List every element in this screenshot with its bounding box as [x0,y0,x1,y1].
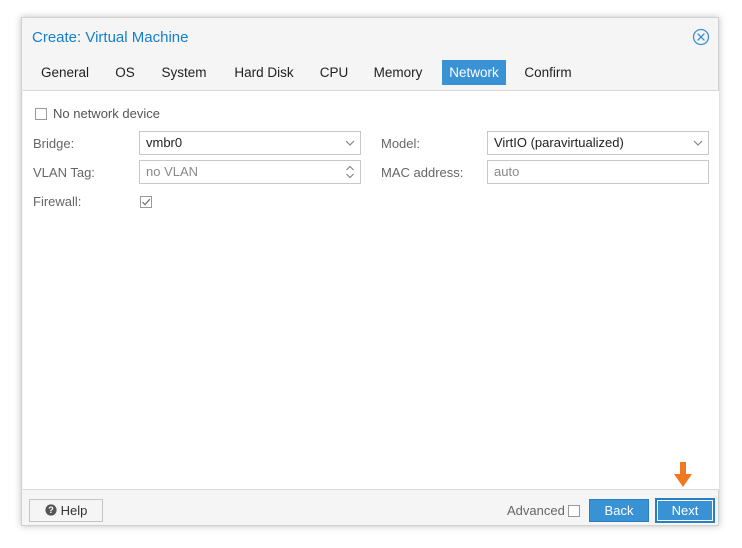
back-button[interactable]: Back [589,499,649,522]
svg-text:?: ? [48,505,54,515]
mac-address-field[interactable]: auto [487,160,709,184]
check-icon [142,198,151,206]
dialog-titlebar: Create: Virtual Machine [22,18,718,56]
tab-network[interactable]: Network [442,60,506,85]
bridge-label: Bridge: [33,136,75,151]
no-network-device-checkbox[interactable] [35,108,47,120]
close-icon[interactable] [692,28,710,46]
advanced-label: Advanced [507,503,565,518]
vlan-tag-placeholder: no VLAN [146,164,199,179]
vlan-tag-field[interactable]: no VLAN [139,160,361,184]
chevron-down-icon[interactable] [340,132,360,154]
help-button[interactable]: ? Help [29,499,103,522]
dialog-footer: ? Help Advanced Back Next [22,492,718,525]
chevron-down-icon[interactable] [688,132,708,154]
tab-memory[interactable]: Memory [368,60,428,85]
no-network-device-label: No network device [53,106,160,121]
question-circle-icon: ? [45,504,57,516]
firewall-checkbox[interactable] [140,196,152,208]
firewall-label: Firewall: [33,194,82,209]
up-down-arrows-icon[interactable] [340,161,360,183]
vlan-tag-label: VLAN Tag: [33,165,95,180]
bridge-select[interactable]: vmbr0 [139,131,361,155]
dialog-title: Create: Virtual Machine [32,29,189,46]
tab-cpu[interactable]: CPU [313,60,355,85]
tab-system[interactable]: System [154,60,214,85]
next-button[interactable]: Next [655,498,715,523]
tab-os[interactable]: OS [108,60,142,85]
mac-address-label: MAC address: [381,165,464,180]
arrow-down-icon [674,462,692,487]
mac-address-placeholder: auto [494,164,520,179]
network-panel: No network device Bridge: vmbr0 VLAN Tag… [23,90,719,490]
help-label: Help [60,503,88,518]
create-vm-dialog: Create: Virtual Machine General OS Syste… [21,17,719,526]
model-label: Model: [381,136,421,151]
bridge-value: vmbr0 [146,135,183,150]
advanced-checkbox[interactable] [568,505,580,517]
tab-hard-disk[interactable]: Hard Disk [226,60,302,85]
tab-general[interactable]: General [34,60,96,85]
model-select[interactable]: VirtIO (paravirtualized) [487,131,709,155]
tab-confirm[interactable]: Confirm [520,60,576,85]
model-value: VirtIO (paravirtualized) [494,135,624,150]
wizard-tabs: General OS System Hard Disk CPU Memory N… [30,60,718,86]
